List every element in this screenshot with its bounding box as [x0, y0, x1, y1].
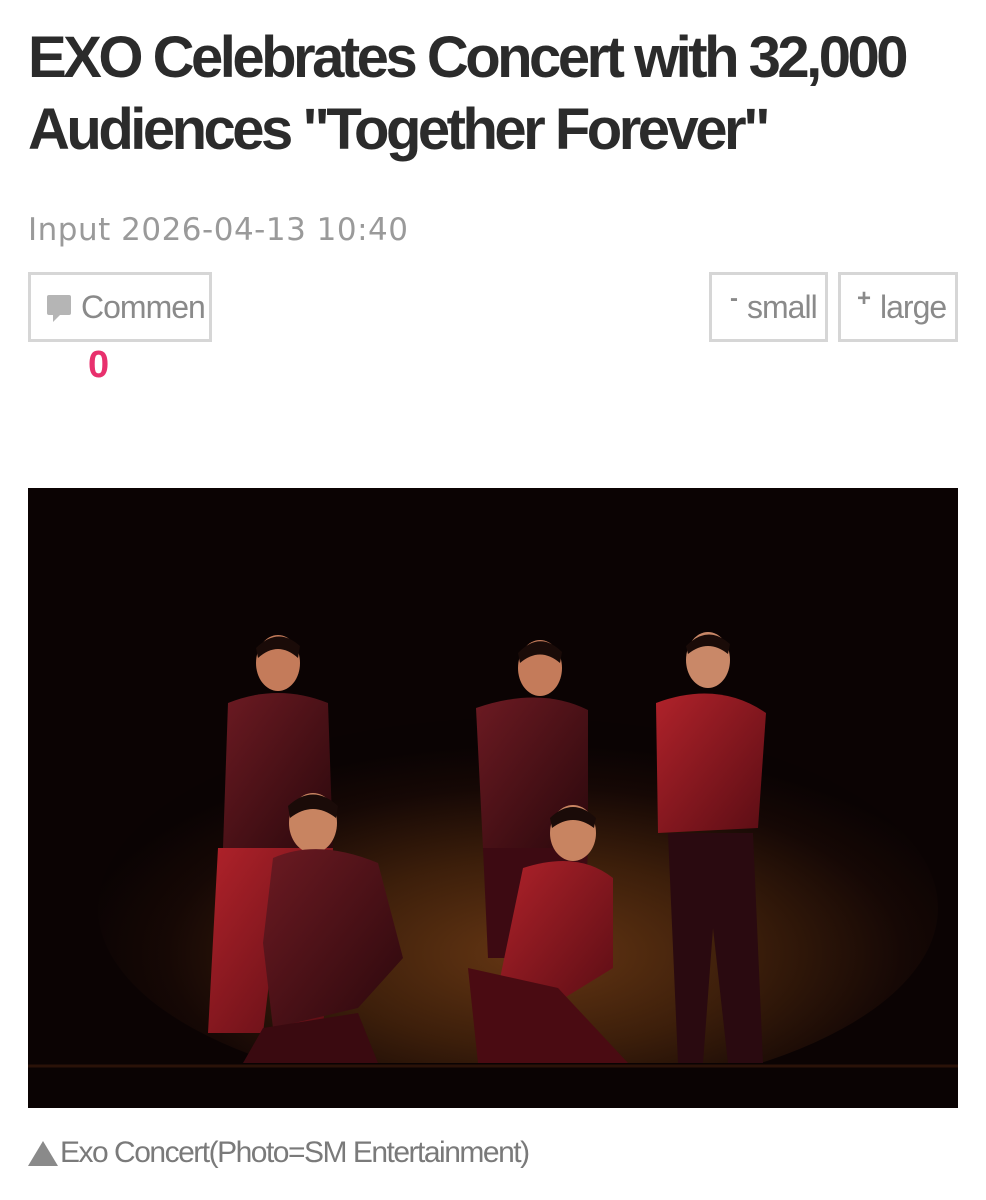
comment-button-label: Commen: [81, 288, 206, 325]
article-title: EXO Celebrates Concert with 32,000 Audie…: [28, 25, 909, 162]
minus-icon: -: [730, 285, 738, 312]
speech-bubble-icon: [47, 295, 71, 322]
photo-caption-text: Exo Concert(Photo=SM Entertainment): [60, 1136, 530, 1169]
comment-button[interactable]: Commen: [28, 272, 212, 342]
publish-info: Input 2026-04-13 10:40: [28, 212, 409, 248]
concert-photo: [28, 488, 958, 1108]
photo-caption: Exo Concert(Photo=SM Entertainment): [28, 1136, 530, 1170]
font-large-button[interactable]: + large: [838, 272, 958, 342]
comment-count: 0: [88, 344, 110, 386]
plus-icon: +: [857, 285, 871, 312]
triangle-up-icon: [28, 1140, 58, 1166]
font-small-button[interactable]: - small: [709, 272, 828, 342]
input-label: Input: [28, 212, 111, 248]
input-datetime: 2026-04-13 10:40: [121, 212, 409, 248]
font-large-label: large: [880, 288, 947, 325]
font-small-label: small: [747, 288, 818, 325]
